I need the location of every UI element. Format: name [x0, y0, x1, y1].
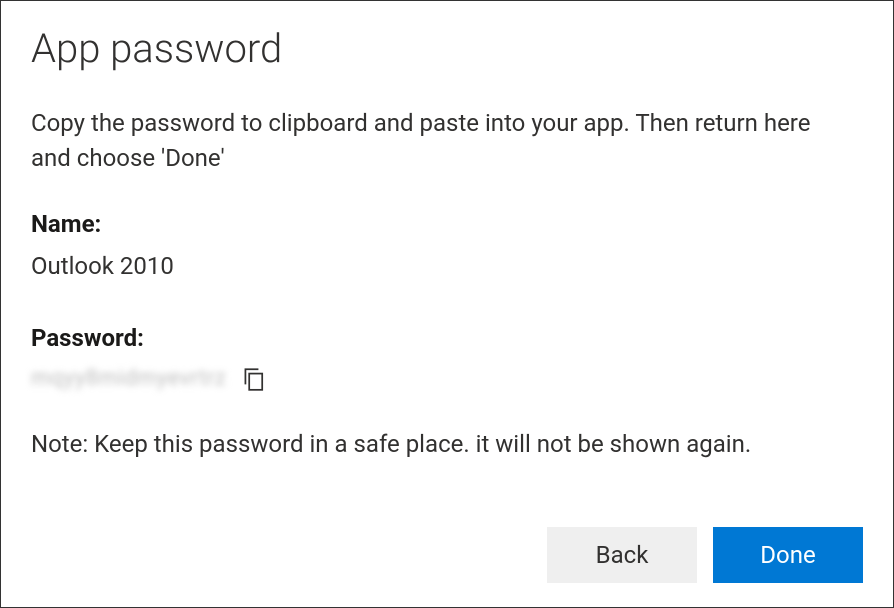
name-label: Name:: [31, 210, 863, 238]
password-value: mqyy8midmyevrtrz: [31, 366, 226, 391]
dialog-title: App password: [31, 25, 863, 72]
button-row: Back Done: [547, 527, 863, 583]
app-password-dialog: App password Copy the password to clipbo…: [0, 0, 894, 608]
password-label: Password:: [31, 324, 863, 352]
copy-icon[interactable]: [240, 366, 266, 392]
done-button[interactable]: Done: [713, 527, 863, 583]
name-value: Outlook 2010: [31, 252, 863, 280]
note-text: Note: Keep this password in a safe place…: [31, 430, 863, 458]
instruction-text: Copy the password to clipboard and paste…: [31, 106, 851, 176]
password-row: mqyy8midmyevrtrz: [31, 366, 863, 392]
back-button[interactable]: Back: [547, 527, 697, 583]
